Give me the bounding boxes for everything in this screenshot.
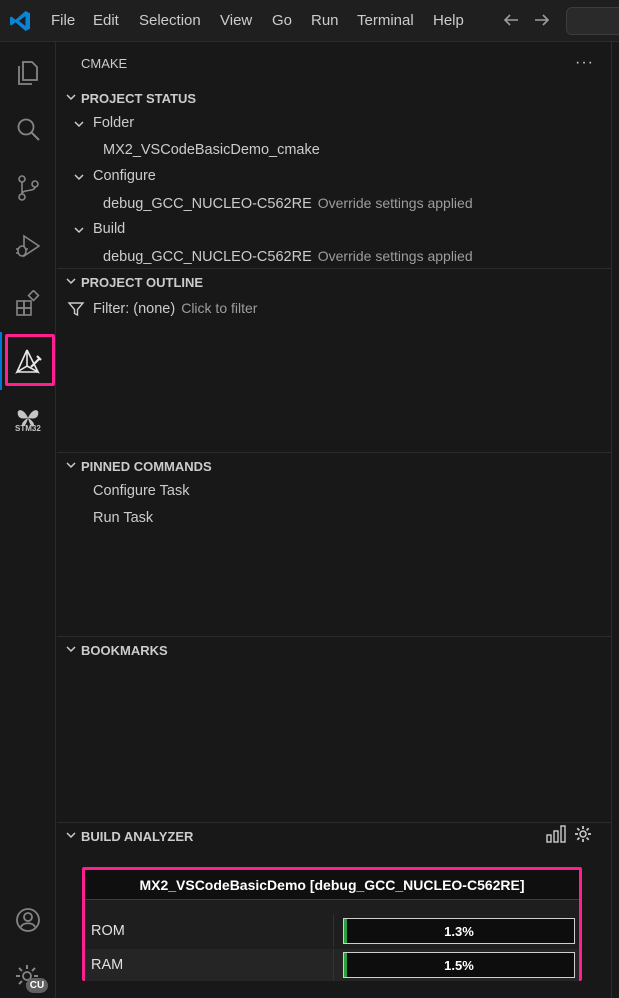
cmake-sidebar: CMAKE ··· PROJECT STATUS Folder MX2_VSCo… xyxy=(57,42,611,998)
explorer-button[interactable] xyxy=(0,46,56,96)
build-analyzer-table: MX2_VSCodeBasicDemo [debug_GCC_NUCLEO-C5… xyxy=(82,867,582,981)
memory-row-rom[interactable]: ROM 1.3% xyxy=(85,915,579,947)
menu-view[interactable]: View xyxy=(220,12,252,29)
run-debug-button[interactable] xyxy=(0,220,56,270)
chevron-down-icon xyxy=(66,94,76,101)
back-arrow-icon[interactable] xyxy=(500,9,522,31)
memory-row-ram[interactable]: RAM 1.5% xyxy=(85,949,579,981)
project-status-header[interactable]: PROJECT STATUS xyxy=(57,85,611,111)
pinned-command-configure-task[interactable]: Configure Task xyxy=(57,479,611,505)
tree-item-folder[interactable]: Folder xyxy=(57,111,611,137)
search-icon xyxy=(17,118,40,141)
sidebar-edge xyxy=(611,42,619,998)
ram-usage-bar: 1.5% xyxy=(343,952,575,978)
column-divider xyxy=(333,949,334,981)
extensions-icon xyxy=(16,290,40,316)
filter-hint: Click to filter xyxy=(181,300,258,316)
chevron-down-icon xyxy=(74,227,84,234)
menu-run[interactable]: Run xyxy=(311,12,339,29)
settings-gear-icon[interactable] xyxy=(573,824,593,844)
filter-icon xyxy=(67,302,85,317)
tree-item-configure-value[interactable]: debug_GCC_NUCLEO-C562RE Override settings… xyxy=(57,191,611,217)
source-control-button[interactable] xyxy=(0,162,56,212)
tree-item-build-value[interactable]: debug_GCC_NUCLEO-C562RE Override settings… xyxy=(57,244,611,270)
cmake-highlight-box xyxy=(5,334,55,386)
column-divider xyxy=(333,915,334,947)
bookmarks-header[interactable]: BOOKMARKS xyxy=(57,637,611,663)
configure-description: Override settings applied xyxy=(317,195,473,211)
title-bar: File Edit Selection View Go Run Terminal… xyxy=(0,0,619,42)
menu-file[interactable]: File xyxy=(51,12,75,29)
account-icon xyxy=(16,908,40,932)
chevron-down-icon xyxy=(66,646,76,653)
activity-bar: STM32 CU xyxy=(0,42,56,998)
command-center-search[interactable] xyxy=(566,7,619,35)
rom-usage-bar: 1.3% xyxy=(343,918,575,944)
search-button[interactable] xyxy=(0,104,56,154)
menu-edit[interactable]: Edit xyxy=(93,12,119,29)
menu-help[interactable]: Help xyxy=(433,12,464,29)
forward-arrow-icon[interactable] xyxy=(531,9,553,31)
run-debug-icon xyxy=(16,234,41,258)
sidebar-title: CMAKE xyxy=(81,56,128,71)
outline-filter[interactable]: Filter: (none) Click to filter xyxy=(57,296,611,322)
tree-item-folder-value[interactable]: MX2_VSCodeBasicDemo_cmake xyxy=(57,138,611,164)
build-description: Override settings applied xyxy=(317,248,473,264)
account-badge: CU xyxy=(26,978,48,993)
chevron-down-icon xyxy=(74,174,84,181)
files-icon xyxy=(18,61,38,85)
build-analyzer-title: MX2_VSCodeBasicDemo [debug_GCC_NUCLEO-C5… xyxy=(85,870,579,900)
project-outline-header[interactable]: PROJECT OUTLINE xyxy=(57,269,611,295)
bar-chart-icon[interactable] xyxy=(545,824,567,844)
extensions-button[interactable] xyxy=(0,278,56,328)
chevron-down-icon xyxy=(66,832,76,839)
tree-item-configure[interactable]: Configure xyxy=(57,164,611,190)
stm32-button[interactable] xyxy=(0,394,56,444)
tree-item-build[interactable]: Build xyxy=(57,217,611,243)
chevron-down-icon xyxy=(74,121,84,128)
menu-go[interactable]: Go xyxy=(272,12,292,29)
menu-terminal[interactable]: Terminal xyxy=(357,12,414,29)
source-control-icon xyxy=(18,175,39,201)
build-analyzer-header[interactable]: BUILD ANALYZER xyxy=(57,823,611,849)
accounts-button[interactable] xyxy=(0,894,56,944)
stm32-label: STM32 xyxy=(15,424,41,433)
pinned-command-run-task[interactable]: Run Task xyxy=(57,506,611,532)
pinned-commands-header[interactable]: PINNED COMMANDS xyxy=(57,453,611,479)
chevron-down-icon xyxy=(66,278,76,285)
menu-selection[interactable]: Selection xyxy=(139,12,201,29)
more-actions-icon[interactable]: ··· xyxy=(575,54,594,72)
vscode-logo-icon[interactable] xyxy=(8,9,32,33)
chevron-down-icon xyxy=(66,462,76,469)
